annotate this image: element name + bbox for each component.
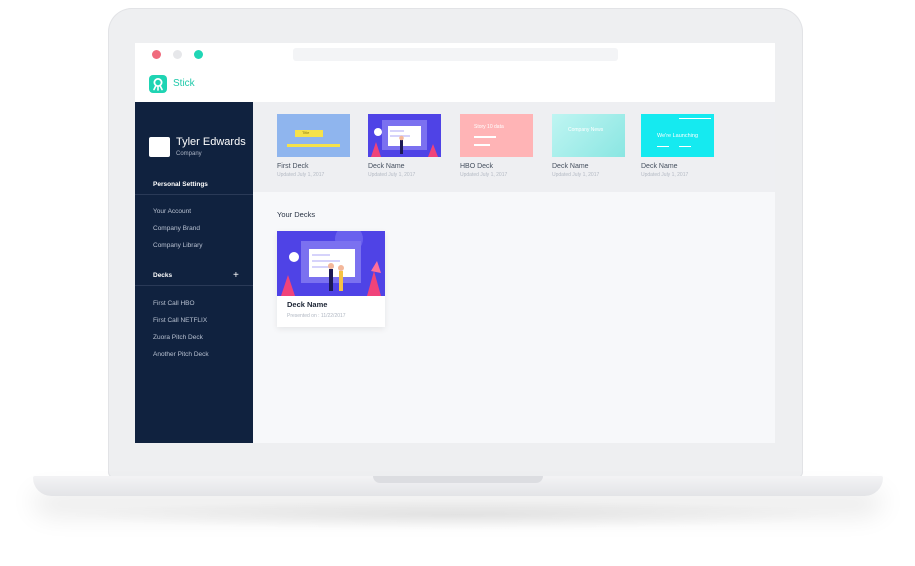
- main-content: Title First Deck Updated July 1, 2017 De…: [253, 102, 775, 443]
- deck-thumbnail: Story 10 data: [460, 114, 533, 157]
- stick-logo-icon[interactable]: [149, 75, 167, 93]
- deck-title: Deck Name: [368, 163, 405, 170]
- sidebar-item-first-call-netflix[interactable]: First Call NETFLIX: [153, 317, 207, 324]
- sidebar-item-company-brand[interactable]: Company Brand: [153, 225, 200, 232]
- laptop-notch: [373, 476, 543, 483]
- thumbnail-title: We're Launching: [657, 133, 699, 139]
- deck-presented-date: Presented on : 11/22/2017: [287, 313, 346, 319]
- user-name: Tyler Edwards: [176, 136, 246, 148]
- recent-deck-card[interactable]: Company News Deck Name Updated July 1, 2…: [552, 114, 625, 178]
- sidebar-divider: [135, 194, 253, 195]
- deck-thumbnail: [277, 231, 385, 296]
- deck-title: Deck Name: [287, 300, 328, 309]
- user-company: Company: [176, 151, 202, 157]
- personal-settings-title: Personal Settings: [153, 181, 208, 188]
- minimize-window-dot-icon[interactable]: [173, 50, 182, 59]
- deck-updated: Updated July 1, 2017: [277, 172, 325, 178]
- sidebar-divider: [135, 285, 253, 286]
- decks-title: Decks: [153, 272, 173, 279]
- deck-updated: Updated July 1, 2017: [641, 172, 689, 178]
- recent-deck-card[interactable]: We're Launching Deck Name Updated July 1…: [641, 114, 714, 178]
- laptop-shadow: [60, 500, 855, 530]
- recent-deck-card[interactable]: Story 10 data HBO Deck Updated July 1, 2…: [460, 114, 533, 178]
- deck-updated: Updated July 1, 2017: [368, 172, 416, 178]
- maximize-window-dot-icon[interactable]: [194, 50, 203, 59]
- deck-title: Deck Name: [641, 163, 678, 170]
- avatar[interactable]: [149, 137, 170, 157]
- address-bar[interactable]: [293, 48, 618, 61]
- close-window-dot-icon[interactable]: [152, 50, 161, 59]
- team-illustration-icon: [371, 120, 438, 157]
- deck-title: HBO Deck: [460, 163, 494, 170]
- sidebar-item-your-account[interactable]: Your Account: [153, 208, 191, 215]
- sidebar: Tyler Edwards Company Personal Settings …: [135, 102, 253, 443]
- team-illustration-icon: [277, 231, 385, 296]
- deck-thumbnail: Company News: [552, 114, 625, 157]
- deck-title: Deck Name: [552, 163, 589, 170]
- recent-deck-card[interactable]: Deck Name Updated July 1, 2017: [368, 114, 441, 178]
- recent-decks-strip: Title First Deck Updated July 1, 2017 De…: [253, 102, 775, 192]
- your-deck-card[interactable]: Deck Name Presented on : 11/22/2017: [277, 231, 385, 327]
- deck-updated: Updated July 1, 2017: [552, 172, 600, 178]
- deck-updated: Updated July 1, 2017: [460, 172, 508, 178]
- sidebar-item-another-pitch-deck[interactable]: Another Pitch Deck: [153, 351, 209, 358]
- your-decks-heading: Your Decks: [277, 210, 316, 219]
- add-deck-plus-icon[interactable]: +: [233, 271, 239, 281]
- recent-deck-card[interactable]: Title First Deck Updated July 1, 2017: [277, 114, 350, 178]
- app-screen: Stick Tyler Edwards Company Personal Set…: [135, 43, 775, 443]
- sidebar-item-company-library[interactable]: Company Library: [153, 242, 203, 249]
- app-header: Stick: [135, 67, 775, 103]
- thumbnail-title: Story 10 data: [474, 124, 504, 130]
- deck-thumbnail: Title: [277, 114, 350, 157]
- app-name: Stick: [173, 78, 195, 89]
- thumbnail-title: Title: [302, 130, 310, 135]
- deck-thumbnail: [368, 114, 441, 157]
- sidebar-item-first-call-hbo[interactable]: First Call HBO: [153, 300, 195, 307]
- sidebar-item-zuora-pitch-deck[interactable]: Zuora Pitch Deck: [153, 334, 203, 341]
- deck-thumbnail: We're Launching: [641, 114, 714, 157]
- thumbnail-title: Company News: [568, 127, 604, 133]
- deck-title: First Deck: [277, 163, 309, 170]
- window-chrome: [135, 43, 775, 68]
